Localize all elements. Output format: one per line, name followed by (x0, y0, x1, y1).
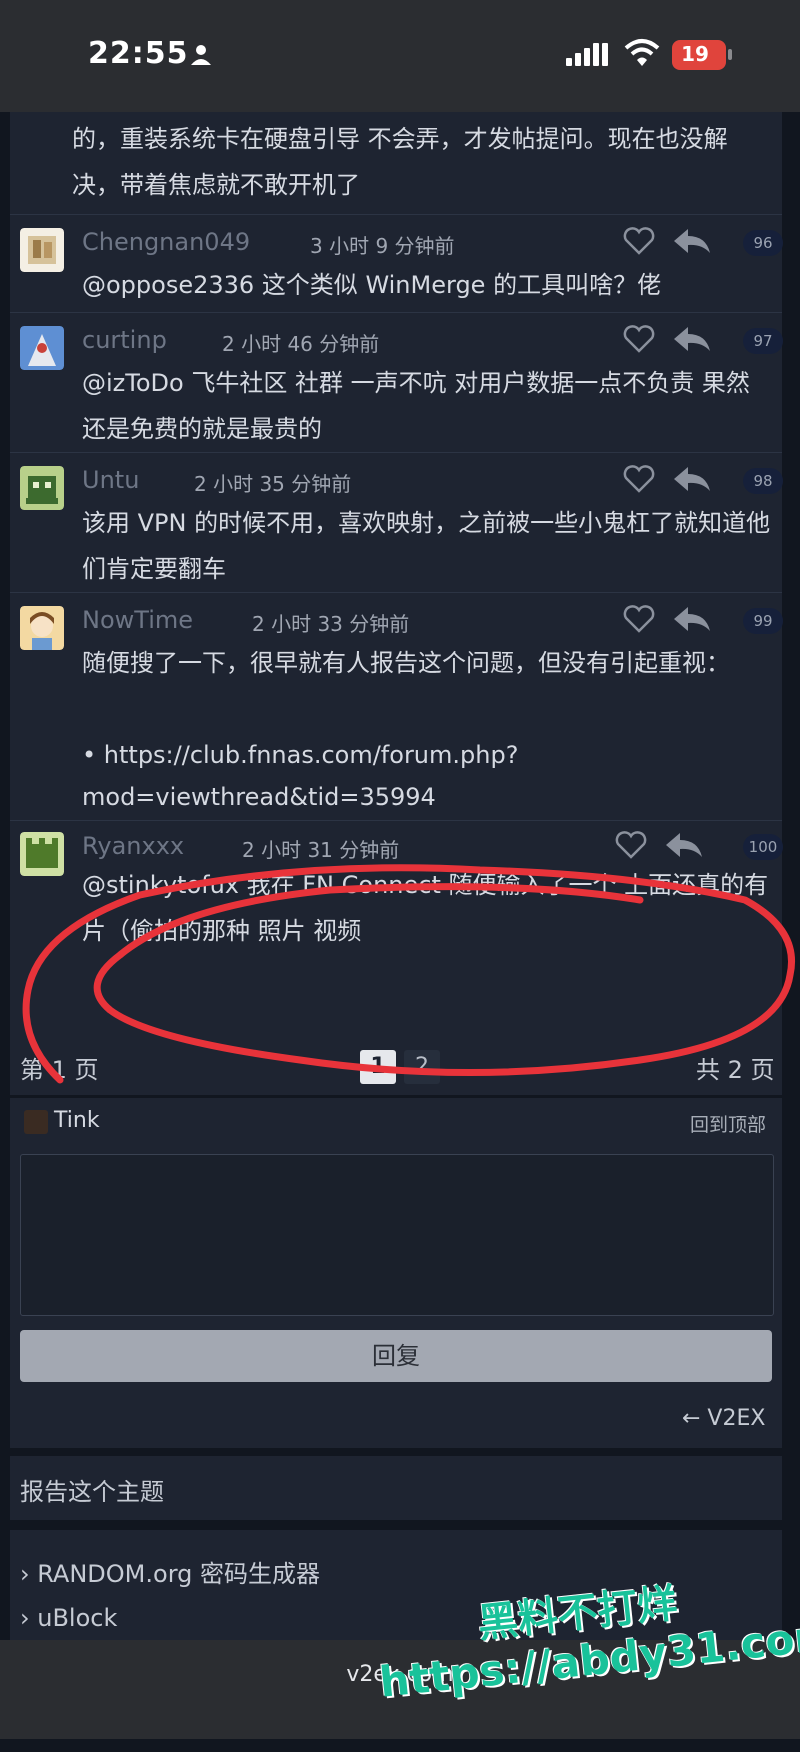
reply-box: Tink 回到顶部 回复 ← V2EX (10, 1098, 782, 1448)
page-indicator: 第 1 页 (20, 1056, 99, 1084)
floor-number: 98 (743, 468, 783, 494)
wifi-icon (624, 39, 660, 66)
person-icon (191, 45, 211, 65)
status-bar: 22:55 19 (0, 0, 800, 112)
username[interactable]: NowTime (82, 606, 193, 634)
floor-number: 96 (743, 230, 783, 256)
battery-level: 19 (681, 42, 709, 66)
heart-icon[interactable] (622, 324, 656, 354)
user-avatar (24, 1110, 48, 1134)
report-card: 报告这个主题 (10, 1456, 782, 1520)
reply-100: Ryanxxx 2 小时 31 分钟前 100 @stinkytofux 我在 … (10, 820, 783, 1030)
time-ago: 3 小时 9 分钟前 (310, 234, 455, 258)
reply-submit-button[interactable]: 回复 (20, 1330, 772, 1382)
reply-link[interactable]: • https://club.fnnas.com/forum.php? (82, 732, 772, 778)
floor-number: 100 (743, 834, 783, 860)
reply-textarea[interactable] (20, 1154, 774, 1316)
floor-number: 99 (743, 608, 783, 634)
username[interactable]: curtinp (82, 326, 167, 354)
reply-98: Untu 2 小时 35 分钟前 98 该用 VPN 的时候不用，喜欢映射，之前… (10, 452, 783, 593)
reply-partial: 的，重装系统卡在硬盘引导 不会弄，才发帖提问。现在也没解决，带着焦虑就不敢开机了 (10, 100, 782, 215)
username[interactable]: Chengnan049 (82, 228, 250, 256)
back-to-top-link[interactable]: 回到顶部 (690, 1110, 766, 1137)
username[interactable]: Ryanxxx (82, 832, 184, 860)
reply-97: curtinp 2 小时 46 分钟前 97 @izToDo 飞牛社区 社群 一… (10, 312, 783, 453)
reply-link[interactable]: mod=viewthread&tid=35994 (82, 774, 772, 820)
reply-content: 该用 VPN 的时候不用，喜欢映射，之前被一些小鬼杠了就知道他们肯定要翻车 (82, 509, 771, 583)
username[interactable]: Untu (82, 466, 139, 494)
pagination: 第 1 页 1 2 共 2 页 (10, 1040, 782, 1094)
heart-icon[interactable] (614, 830, 648, 860)
replies-card: 的，重装系统卡在硬盘引导 不会弄，才发帖提问。现在也没解决，带着焦虑就不敢开机了… (10, 100, 783, 1095)
battery-cap (728, 49, 732, 60)
reply-arrow-icon[interactable] (672, 324, 712, 354)
reply-arrow-icon[interactable] (672, 604, 712, 634)
reply-content: @oppose2336 这个类似 WinMerge 的工具叫啥？佬 (82, 271, 662, 299)
time-ago: 2 小时 35 分钟前 (194, 472, 352, 496)
battery-icon: 19 (672, 40, 726, 70)
time-ago: 2 小时 31 分钟前 (242, 838, 400, 862)
avatar[interactable] (20, 832, 64, 876)
reply-content: @stinkytofux 我在 FN Connect 随便输入了一个 上面还真的… (82, 871, 769, 945)
reply-content: 的，重装系统卡在硬盘引导 不会弄，才发帖提问。现在也没解决，带着焦虑就不敢开机了 (72, 125, 728, 199)
floor-number: 97 (743, 328, 783, 354)
current-user[interactable]: Tink (54, 1108, 100, 1133)
page-total: 共 2 页 (696, 1056, 775, 1084)
reply-content: 随便搜了一下，很早就有人报告这个问题，但没有引起重视： (82, 649, 730, 677)
heart-icon[interactable] (622, 464, 656, 494)
page-button-2[interactable]: 2 (404, 1050, 440, 1084)
time-ago: 2 小时 46 分钟前 (222, 332, 380, 356)
avatar[interactable] (20, 228, 64, 272)
report-topic-link[interactable]: 报告这个主题 (20, 1472, 164, 1507)
related-link[interactable]: › uBlock (20, 1604, 117, 1632)
heart-icon[interactable] (622, 604, 656, 634)
reply-content: @izToDo 飞牛社区 社群 一声不吭 对用户数据一点不负责 果然还是免费的就… (82, 369, 750, 443)
reply-arrow-icon[interactable] (664, 830, 704, 860)
cellular-signal-icon (566, 43, 608, 66)
reply-99: NowTime 2 小时 33 分钟前 99 随便搜了一下，很早就有人报告这个问… (10, 592, 783, 821)
related-link[interactable]: › RANDOM.org 密码生成器 (20, 1554, 320, 1589)
time-ago: 2 小时 33 分钟前 (252, 612, 410, 636)
avatar[interactable] (20, 326, 64, 370)
avatar[interactable] (20, 606, 64, 650)
avatar[interactable] (20, 466, 64, 510)
reply-arrow-icon[interactable] (672, 464, 712, 494)
clock: 22:55 (88, 36, 189, 71)
reply-96: Chengnan049 3 小时 9 分钟前 96 @oppose2336 这个… (10, 214, 783, 313)
reply-arrow-icon[interactable] (672, 226, 712, 256)
page-button-current[interactable]: 1 (360, 1050, 396, 1084)
back-to-v2ex-link[interactable]: ← V2EX (682, 1406, 765, 1431)
heart-icon[interactable] (622, 226, 656, 256)
